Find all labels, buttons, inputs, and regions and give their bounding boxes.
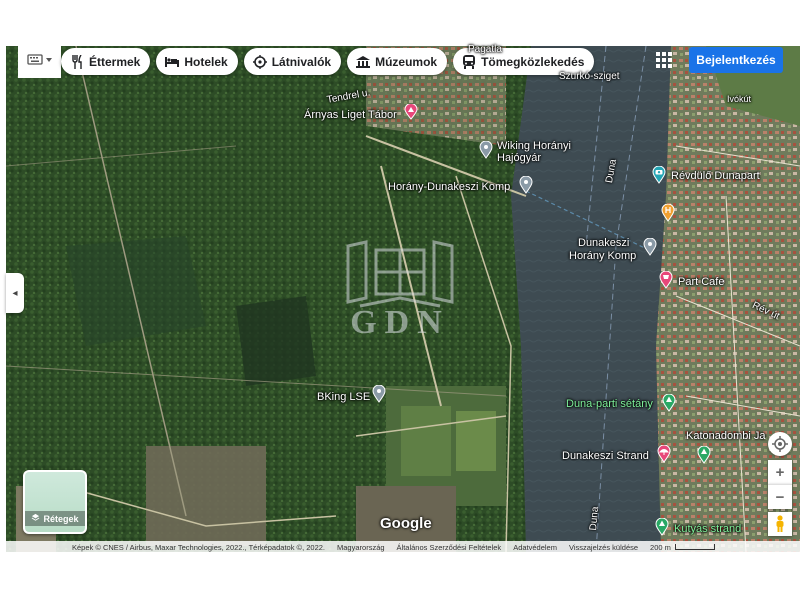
place-label-wiking-1[interactable]: Wiking Horányi bbox=[497, 140, 571, 152]
cafe-pin-icon[interactable] bbox=[658, 270, 674, 289]
layers-toggle-button[interactable]: Rétegek bbox=[23, 470, 87, 534]
place-label-duna-setany[interactable]: Duna-parti sétány bbox=[566, 398, 653, 410]
crosshair-icon bbox=[772, 436, 788, 452]
imagery-attribution: Képek © CNES / Airbus, Maxar Technologie… bbox=[72, 542, 326, 552]
chip-label: Hotelek bbox=[184, 54, 228, 69]
place-label-arnyas[interactable]: Árnyas Liget Tábor bbox=[304, 109, 397, 121]
privacy-link[interactable]: Adatvédelem bbox=[513, 543, 557, 552]
camera-pin-icon[interactable] bbox=[651, 165, 667, 184]
chip-label: Múzeumok bbox=[375, 54, 438, 69]
street-view-pegman-button[interactable] bbox=[768, 512, 792, 536]
feedback-link[interactable]: Visszajelzés küldése bbox=[569, 543, 638, 552]
chip-museums[interactable]: Múzeumok bbox=[347, 48, 448, 75]
place-label-dunakeszi-komp-2[interactable]: Horány Komp bbox=[569, 250, 636, 262]
scale-bar bbox=[674, 544, 715, 550]
country-link[interactable]: Magyarország bbox=[337, 543, 385, 552]
place-label-ivokut: Ivókút bbox=[727, 94, 752, 104]
campsite-pin-icon[interactable] bbox=[403, 103, 419, 120]
location-pin-icon[interactable] bbox=[518, 175, 534, 194]
google-logo: Google bbox=[380, 515, 432, 532]
place-label-kutyas[interactable]: Kutyás strand bbox=[674, 523, 741, 535]
category-chip-bar: Éttermek Hotelek Látnivalók Múzeumok Töm… bbox=[61, 48, 595, 75]
layers-thumbnail: Rétegek bbox=[25, 472, 85, 532]
museum-icon bbox=[356, 55, 371, 69]
chevron-left-icon: ◂ bbox=[12, 287, 18, 299]
apps-grid-icon bbox=[656, 52, 672, 68]
chip-label: Éttermek bbox=[89, 54, 141, 69]
restaurant-pin-icon[interactable] bbox=[660, 203, 676, 222]
chip-label: Látnivalók bbox=[271, 54, 332, 69]
beach-pin-icon[interactable] bbox=[656, 444, 672, 463]
place-label-szurko: Szurkó-sziget bbox=[559, 71, 620, 82]
terms-link[interactable]: Általános Szerződési Feltételek bbox=[397, 543, 502, 552]
location-pin-icon[interactable] bbox=[371, 384, 387, 403]
layers-icon bbox=[31, 513, 40, 524]
sign-in-button[interactable]: Bejelentkezés bbox=[689, 47, 783, 73]
attraction-icon bbox=[252, 54, 267, 69]
place-label-dunakeszi-komp-1[interactable]: Dunakeszi bbox=[578, 237, 629, 249]
park-pin-icon[interactable] bbox=[654, 517, 670, 536]
transit-icon bbox=[462, 54, 476, 69]
layers-label-text: Rétegek bbox=[43, 514, 79, 524]
hotel-icon bbox=[165, 55, 180, 69]
apps-grid-button[interactable] bbox=[655, 51, 673, 69]
place-label-katonadomb[interactable]: Katonadombi Ja bbox=[686, 430, 766, 442]
place-label-horany-komp[interactable]: Horány-Dunakeszi Komp bbox=[388, 181, 510, 193]
park-pin-icon[interactable] bbox=[696, 445, 712, 464]
place-label-revdulo[interactable]: Révdülő Dunapart bbox=[671, 170, 760, 182]
restaurant-icon bbox=[70, 54, 84, 69]
location-pin-icon[interactable] bbox=[478, 140, 494, 159]
pegman-icon bbox=[776, 515, 784, 532]
chip-attractions[interactable]: Látnivalók bbox=[243, 48, 342, 75]
collapse-side-panel-button[interactable]: ◂ bbox=[6, 273, 24, 313]
keyboard-toggle-button[interactable] bbox=[18, 46, 61, 78]
gdn-watermark: GDN bbox=[320, 236, 480, 346]
river-label-duna-2: Duna bbox=[588, 506, 602, 531]
chip-hotels[interactable]: Hotelek bbox=[156, 48, 238, 75]
my-location-button[interactable] bbox=[768, 432, 792, 456]
location-pin-icon[interactable] bbox=[642, 237, 658, 256]
zoom-in-button[interactable]: + bbox=[768, 460, 792, 484]
watermark-text: GDN bbox=[350, 304, 450, 341]
place-label-top-cut: Pagatla bbox=[468, 44, 502, 55]
scale-label[interactable]: 200 m bbox=[650, 543, 671, 552]
place-label-strand[interactable]: Dunakeszi Strand bbox=[562, 450, 649, 462]
chip-label: Tömegközlekedés bbox=[481, 54, 585, 69]
place-label-bking[interactable]: BKing LSE bbox=[317, 391, 370, 403]
map-footer: Képek © CNES / Airbus, Maxar Technologie… bbox=[6, 541, 800, 553]
layers-label: Rétegek bbox=[25, 511, 85, 526]
keyboard-icon bbox=[26, 53, 53, 71]
chip-restaurants[interactable]: Éttermek bbox=[61, 48, 151, 75]
park-pin-icon[interactable] bbox=[661, 393, 677, 412]
place-label-part-cafe[interactable]: Part Cafe bbox=[678, 276, 724, 288]
zoom-out-button[interactable]: − bbox=[768, 484, 792, 509]
place-label-wiking-2[interactable]: Hajógyár bbox=[497, 152, 541, 164]
